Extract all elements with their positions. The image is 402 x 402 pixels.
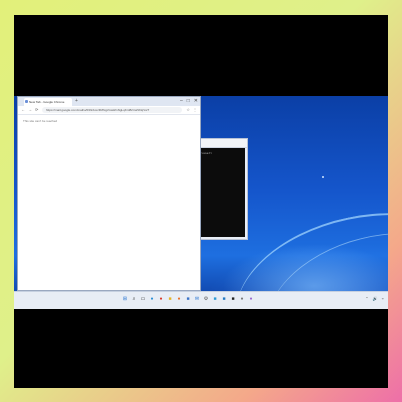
start-icon[interactable]: ⊞ <box>122 296 128 302</box>
wallpaper-sparkle <box>322 176 324 178</box>
maximize-button[interactable]: □ <box>187 97 190 106</box>
photos-icon[interactable]: ■ <box>212 296 218 302</box>
app-icon-2[interactable]: ● <box>248 296 254 302</box>
browser-tab[interactable]: New Tab - Google Chrome <box>24 98 72 106</box>
settings-icon[interactable]: ⚙ <box>203 296 209 302</box>
url-input[interactable]: https://mail.google.com/mail/u/0/#inbox/… <box>42 107 182 113</box>
new-tab-button[interactable]: + <box>75 98 78 105</box>
address-bar-row: ← → ⟳ https://mail.google.com/mail/u/0/#… <box>18 106 200 115</box>
tab-title: New Tab - Google Chrome <box>29 100 65 104</box>
explorer-icon[interactable]: ■ <box>167 296 173 302</box>
reload-icon[interactable]: ⟳ <box>35 107 38 113</box>
volume-icon[interactable]: 🔊 <box>373 296 378 302</box>
video-frame: C:\Users\user> New Tab - Google Chrome +… <box>14 15 388 388</box>
forward-icon[interactable]: → <box>28 107 32 113</box>
page-content-text: This site can't be reached <box>23 119 58 123</box>
browser-menu-icons: ☆ ⋮ <box>186 107 197 113</box>
taskbar-icons: ⊞ ⌕ ▭ ● ● ■ ● ■ ✉ ⚙ ■ ■ ■ ● ● <box>122 296 254 302</box>
edge-icon[interactable]: ● <box>149 296 155 302</box>
taskbar: ⊞ ⌕ ▭ ● ● ■ ● ■ ✉ ⚙ ■ ■ ■ ● ● ⌃ 🔊 ⌁ <box>14 291 388 309</box>
close-button[interactable]: ✕ <box>194 97 198 106</box>
tray-overflow-icon[interactable]: ⌃ <box>365 296 368 302</box>
window-controls: – □ ✕ <box>180 97 198 106</box>
chrome-icon[interactable]: ● <box>158 296 164 302</box>
favicon-icon <box>25 100 28 103</box>
network-icon[interactable]: ⌁ <box>382 296 384 302</box>
bookmark-star-icon[interactable]: ☆ <box>186 107 190 113</box>
vscode-icon[interactable]: ■ <box>221 296 227 302</box>
kebab-menu-icon[interactable]: ⋮ <box>193 107 197 113</box>
mail-icon[interactable]: ✉ <box>194 296 200 302</box>
desktop: C:\Users\user> New Tab - Google Chrome +… <box>14 96 388 309</box>
task-view-icon[interactable]: ▭ <box>140 296 146 302</box>
tab-strip: New Tab - Google Chrome + – □ ✕ <box>18 97 200 106</box>
back-icon[interactable]: ← <box>21 107 25 113</box>
browser-window[interactable]: New Tab - Google Chrome + – □ ✕ ← → ⟳ ht… <box>17 96 201 291</box>
app-icon[interactable]: ● <box>239 296 245 302</box>
terminal-icon[interactable]: ■ <box>230 296 236 302</box>
firefox-icon[interactable]: ● <box>176 296 182 302</box>
nav-buttons: ← → ⟳ <box>21 107 38 113</box>
store-icon[interactable]: ■ <box>185 296 191 302</box>
search-icon[interactable]: ⌕ <box>131 296 137 302</box>
system-tray: ⌃ 🔊 ⌁ <box>365 296 384 302</box>
minimize-button[interactable]: – <box>180 97 183 106</box>
